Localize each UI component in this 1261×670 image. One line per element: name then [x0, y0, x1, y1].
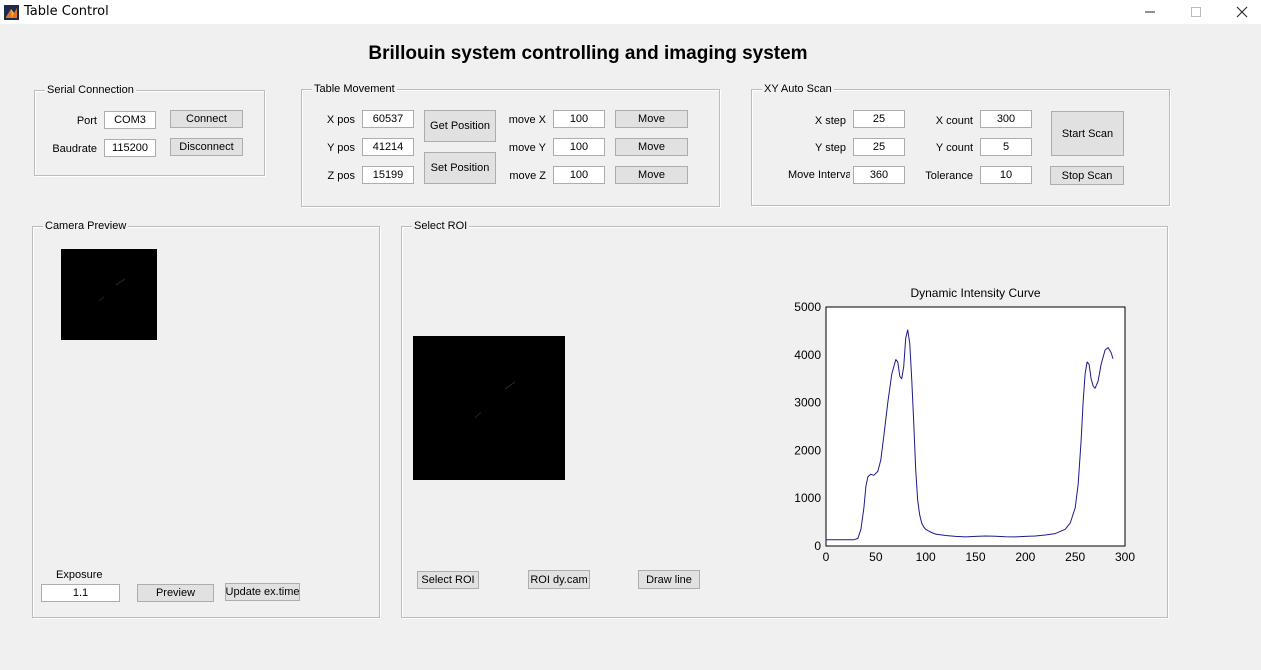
move-z-button[interactable]: Move — [615, 166, 688, 184]
matlab-app-icon — [4, 5, 19, 20]
select-roi-button[interactable]: Select ROI — [417, 571, 479, 589]
stop-scan-button[interactable]: Stop Scan — [1050, 166, 1124, 185]
y-tick-label: 0 — [814, 539, 821, 553]
move-interval-label: Move Interva — [788, 169, 850, 181]
start-scan-button[interactable]: Start Scan — [1051, 111, 1124, 156]
minimize-icon — [1145, 11, 1155, 13]
x-step-label: X step — [814, 115, 846, 127]
y-step-field[interactable]: 25 — [853, 138, 905, 156]
x-step-field[interactable]: 25 — [853, 110, 905, 128]
serial-connection-title: Serial Connection — [45, 84, 136, 96]
x-pos-field[interactable]: 60537 — [362, 110, 414, 128]
move-x-field[interactable]: 100 — [553, 110, 605, 128]
x-tick-label: 150 — [965, 550, 985, 564]
y-count-label: Y count — [935, 142, 973, 154]
x-tick-label: 0 — [823, 550, 830, 564]
move-x-button[interactable]: Move — [615, 110, 688, 128]
tolerance-field[interactable]: 10 — [980, 166, 1032, 184]
set-position-button[interactable]: Set Position — [424, 152, 496, 184]
y-pos-label: Y pos — [327, 142, 355, 154]
close-icon — [1236, 6, 1248, 18]
get-position-button[interactable]: Get Position — [424, 110, 496, 142]
camera-preview-image — [61, 249, 157, 340]
y-step-label: Y step — [815, 142, 846, 154]
serial-connection-panel: Serial Connection — [34, 84, 265, 176]
x-count-label: X count — [935, 115, 973, 127]
camera-speck-overlay — [98, 278, 126, 302]
tolerance-label: Tolerance — [925, 170, 973, 182]
update-exposure-time-button[interactable]: Update ex.time — [225, 583, 300, 601]
move-z-label: move Z — [509, 170, 546, 182]
title-bar: Table Control — [0, 0, 1261, 24]
exposure-label: Exposure — [56, 569, 103, 581]
exposure-field[interactable]: 1.1 — [41, 584, 120, 602]
connect-button[interactable]: Connect — [170, 110, 243, 128]
port-label: Port — [76, 115, 97, 127]
disconnect-button[interactable]: Disconnect — [170, 138, 243, 156]
move-y-button[interactable]: Move — [615, 138, 688, 156]
y-count-field[interactable]: 5 — [980, 138, 1032, 156]
y-tick-label: 1000 — [794, 491, 821, 505]
roi-image[interactable] — [413, 336, 565, 480]
roi-dy-cam-button[interactable]: ROI dy.cam — [528, 570, 590, 589]
port-field[interactable]: COM3 — [104, 111, 156, 129]
minimize-button[interactable] — [1127, 0, 1173, 24]
preview-button[interactable]: Preview — [137, 584, 214, 602]
z-pos-field[interactable]: 15199 — [362, 166, 414, 184]
chart-title: Dynamic Intensity Curve — [910, 286, 1040, 300]
y-tick-label: 5000 — [794, 300, 821, 314]
x-tick-label: 100 — [916, 550, 936, 564]
x-tick-label: 300 — [1115, 550, 1135, 564]
move-z-field[interactable]: 100 — [553, 166, 605, 184]
dynamic-intensity-chart: Dynamic Intensity Curve 0 50 100 150 200 250 3… — [794, 286, 1135, 564]
x-pos-label: X pos — [326, 114, 355, 126]
move-x-label: move X — [508, 114, 546, 126]
camera-preview-title: Camera Preview — [43, 220, 129, 232]
x-count-field[interactable]: 300 — [980, 110, 1032, 128]
y-tick-label: 2000 — [794, 443, 821, 457]
y-pos-field[interactable]: 41214 — [362, 138, 414, 156]
window-title: Table Control — [24, 4, 109, 19]
xy-auto-scan-title: XY Auto Scan — [762, 83, 834, 95]
maximize-icon — [1191, 7, 1201, 17]
baudrate-field[interactable]: 115200 — [104, 139, 156, 157]
move-interval-field[interactable]: 360 — [853, 166, 905, 184]
close-button[interactable] — [1219, 0, 1261, 24]
x-tick-label: 200 — [1015, 550, 1035, 564]
move-y-field[interactable]: 100 — [553, 138, 605, 156]
x-tick-label: 250 — [1065, 550, 1085, 564]
y-tick-label: 3000 — [794, 396, 821, 410]
roi-speck-overlay — [474, 381, 516, 419]
table-movement-title: Table Movement — [312, 83, 397, 95]
z-pos-label: Z pos — [327, 170, 355, 182]
baudrate-label: Baudrate — [52, 143, 97, 155]
main-title: Brillouin system controlling and imaging… — [368, 43, 808, 64]
plot-area — [825, 306, 1126, 547]
y-tick-label: 4000 — [794, 348, 821, 362]
move-y-label: move Y — [508, 142, 546, 154]
select-roi-title: Select ROI — [412, 220, 470, 232]
draw-line-button[interactable]: Draw line — [638, 570, 700, 589]
x-tick-label: 50 — [869, 550, 883, 564]
maximize-button[interactable] — [1173, 0, 1219, 24]
